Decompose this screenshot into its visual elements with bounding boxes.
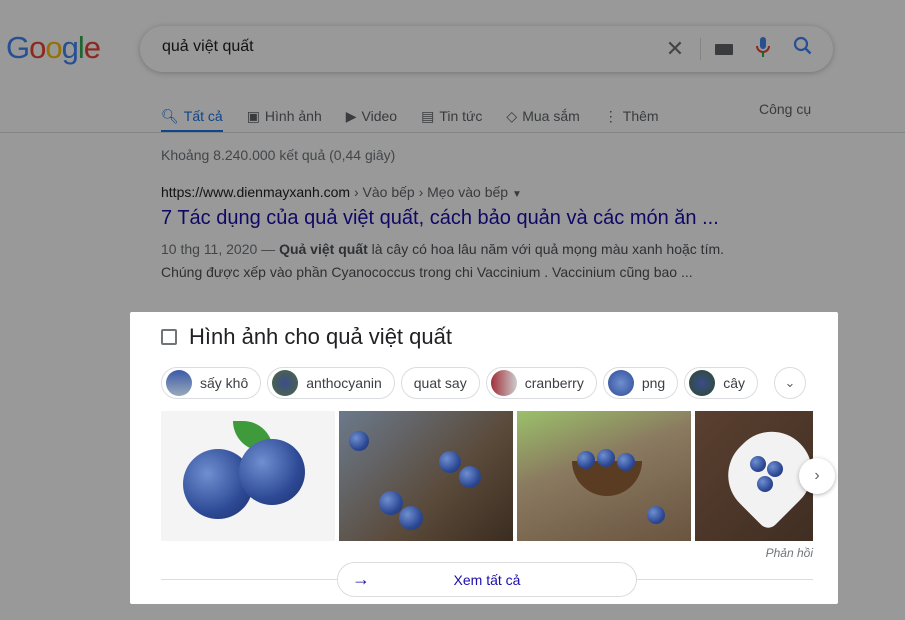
chip[interactable]: cây (684, 367, 758, 399)
chevron-down-icon[interactable]: ⌄ (774, 367, 806, 399)
chip-thumbnail (490, 370, 517, 396)
chip-label: quat say (413, 375, 467, 391)
arrow-right-icon: → (352, 569, 370, 589)
chip-thumbnail (607, 370, 634, 396)
chip[interactable]: cranberry (485, 367, 597, 399)
image-carousel (161, 411, 813, 541)
chevron-right-icon[interactable]: › (799, 458, 835, 494)
chip[interactable]: anthocyanin (267, 367, 395, 399)
image-thumbnail[interactable] (517, 411, 691, 541)
image-thumbnail[interactable] (161, 411, 335, 541)
image-panel: Hình ảnh cho quả việt quất sấy khô antho… (130, 312, 838, 604)
see-all-button[interactable]: → Xem tất cả (337, 562, 637, 597)
panel-title-text: Hình ảnh cho quả việt quất (189, 324, 452, 349)
chip-thumbnail (689, 370, 716, 396)
panel-title: Hình ảnh cho quả việt quất (161, 324, 452, 350)
chip[interactable]: quat say (400, 367, 480, 399)
chip[interactable]: png (602, 367, 679, 399)
chip-label: cây (723, 375, 745, 391)
feedback-link[interactable]: Phản hồi (766, 546, 813, 560)
chip-list: sấy khô anthocyanin quat say cranberry p… (161, 367, 806, 399)
chip-thumbnail (272, 370, 299, 396)
chip-thumbnail (166, 370, 192, 396)
see-all-label: Xem tất cả (453, 571, 521, 588)
chip-label: anthocyanin (306, 375, 382, 391)
image-thumbnail[interactable] (339, 411, 513, 541)
chip-label: cranberry (524, 375, 584, 391)
chip-label: png (641, 375, 666, 391)
image-icon (161, 329, 177, 345)
chip-label: sấy khô (200, 375, 249, 391)
berry (239, 439, 305, 505)
chip[interactable]: sấy khô (161, 367, 262, 399)
image-thumbnail[interactable] (695, 411, 813, 541)
